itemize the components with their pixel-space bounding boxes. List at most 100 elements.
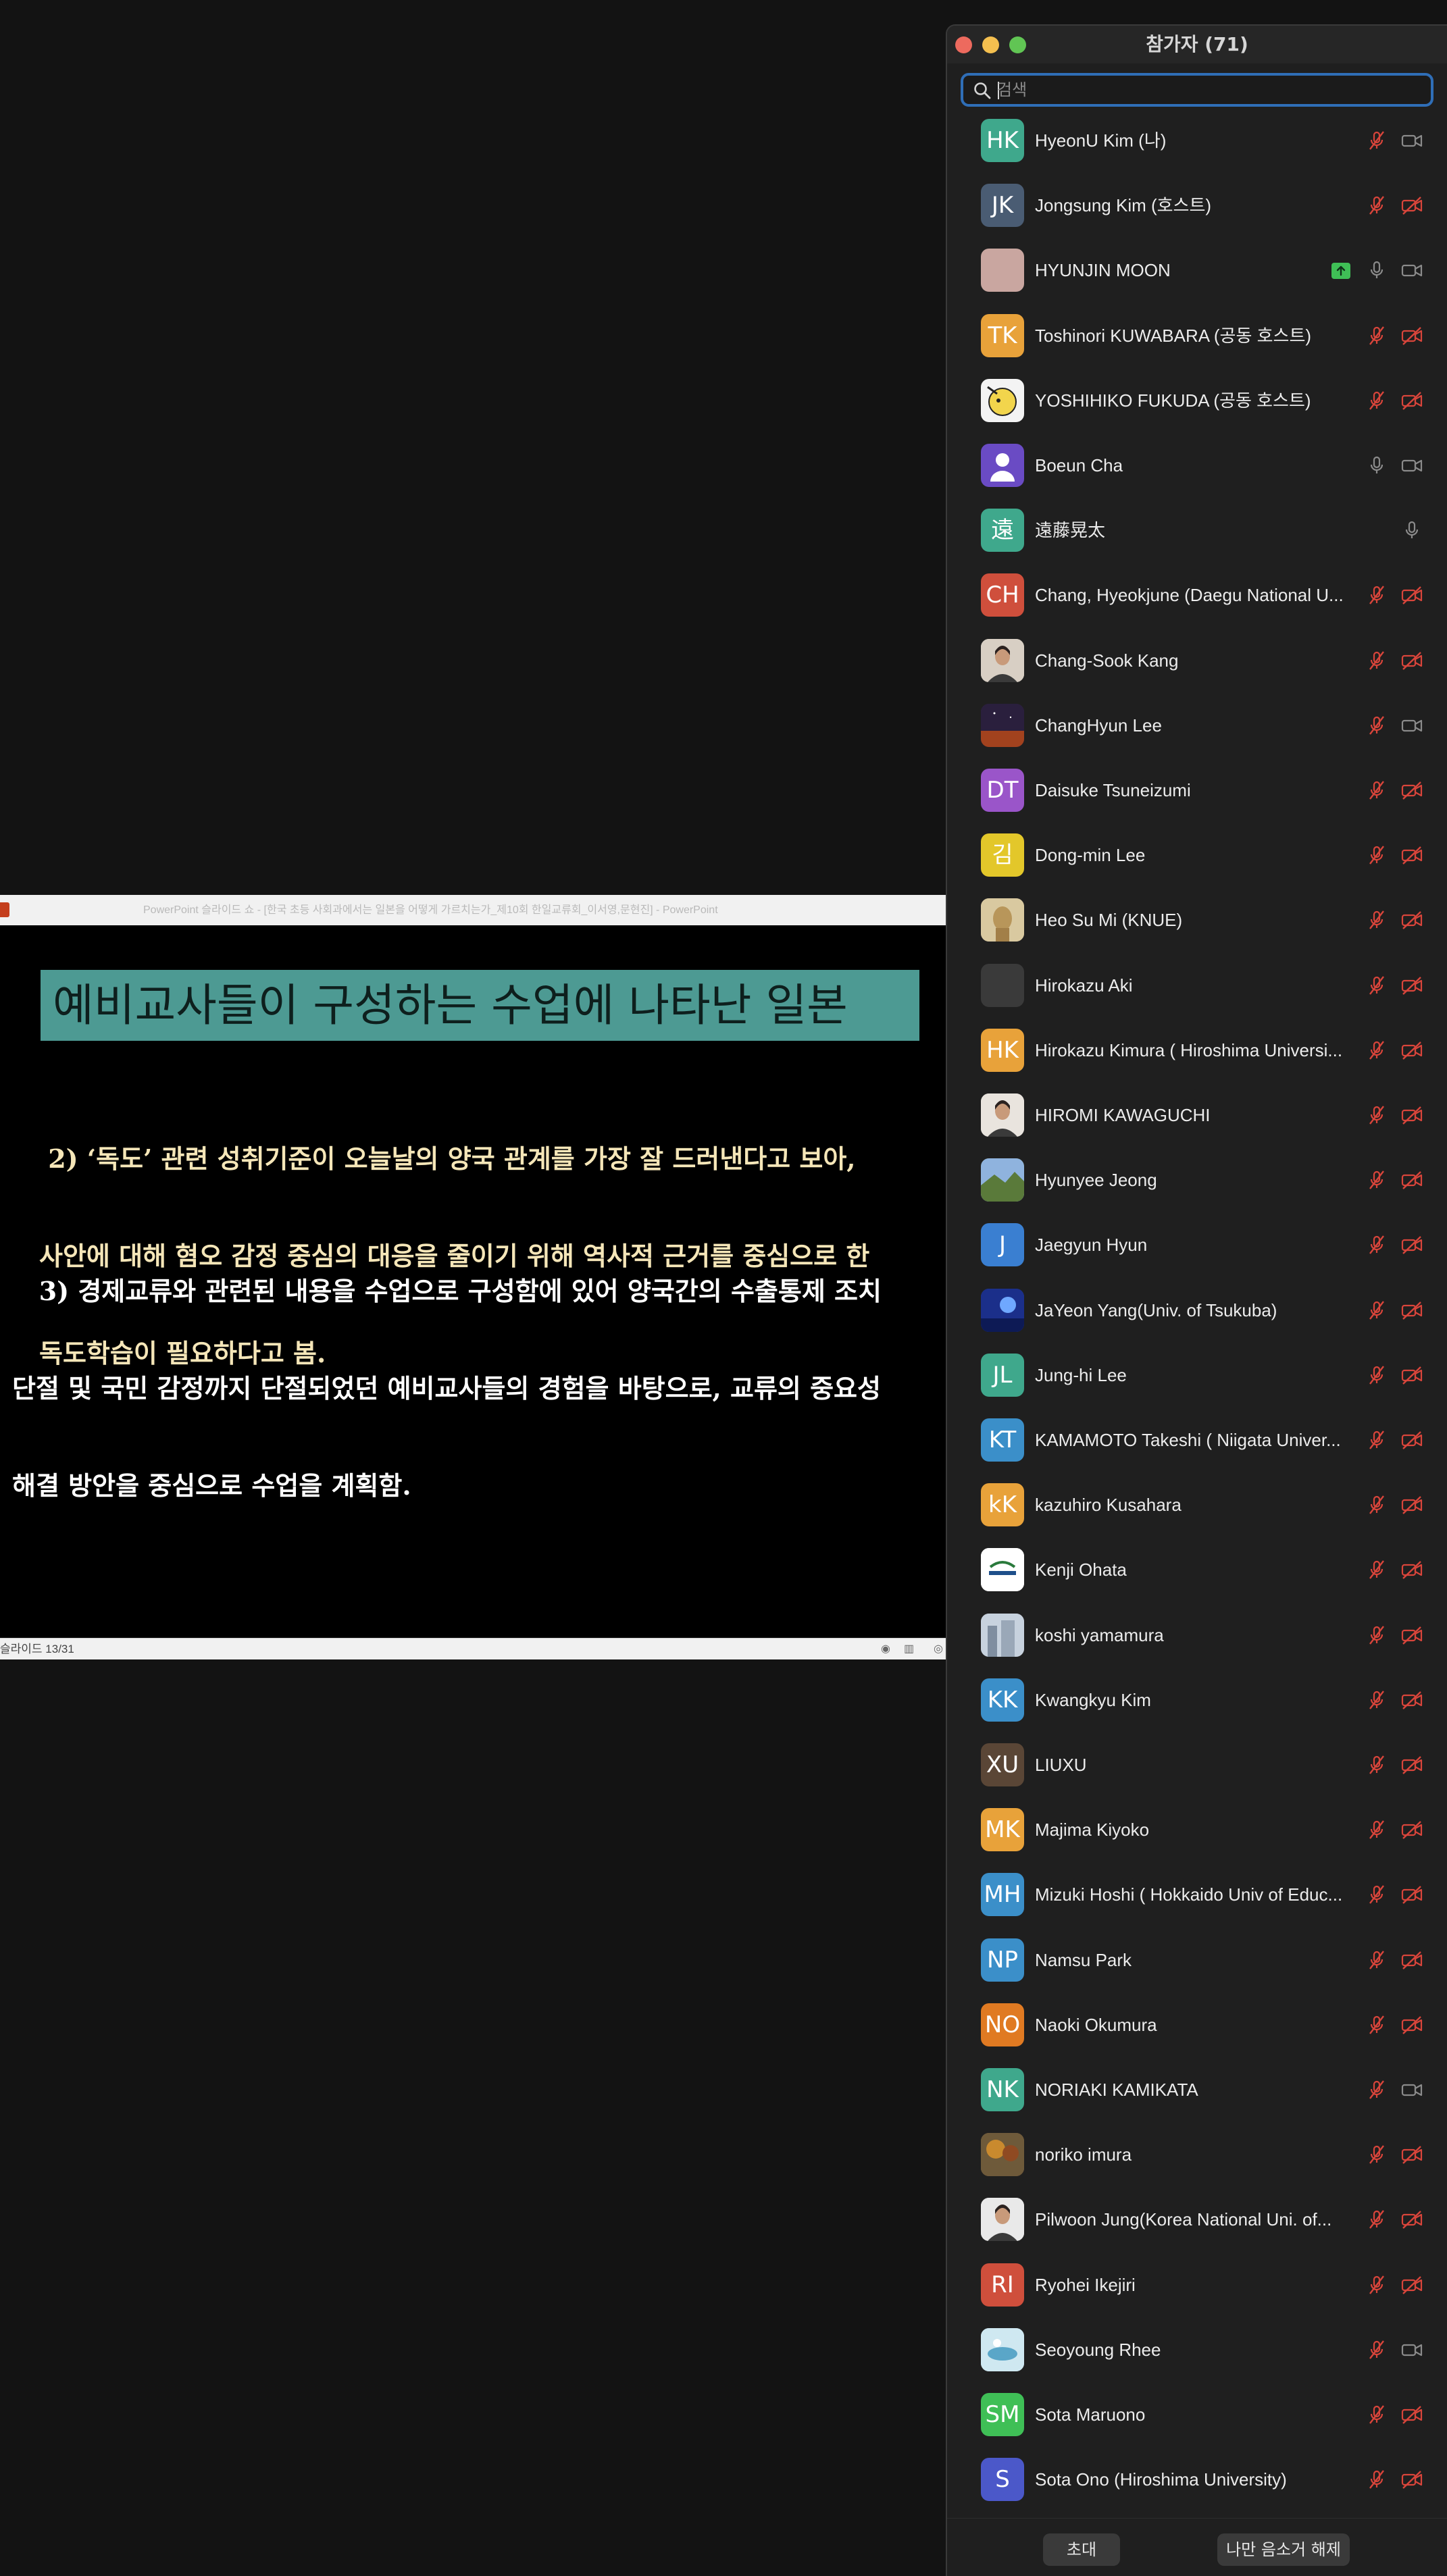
video-off-icon [1401, 585, 1423, 605]
participant-row[interactable]: NO Naoki Okumura [947, 1992, 1447, 2057]
participant-row[interactable]: HK HyeonU Kim (나) [947, 108, 1447, 173]
mic-muted-icon [1366, 1625, 1388, 1645]
video-off-icon [1401, 2275, 1423, 2295]
participant-name: NORIAKI KAMIKATA [1035, 2080, 1198, 2100]
video-off-icon [1401, 2209, 1423, 2230]
participant-row[interactable]: Seoyoung Rhee [947, 2317, 1447, 2382]
avatar [981, 898, 1024, 942]
participant-row[interactable]: HIROMI KAWAGUCHI [947, 1083, 1447, 1148]
participant-row[interactable]: J Jaegyun Hyun [947, 1212, 1447, 1277]
video-off-icon [1401, 2404, 1423, 2425]
participant-row[interactable]: Boeun Cha [947, 433, 1447, 498]
participant-row[interactable]: CH Chang, Hyeokjune (Daegu National U... [947, 563, 1447, 627]
video-off-icon [1401, 1170, 1423, 1190]
participant-row[interactable]: Heo Su Mi (KNUE) [947, 887, 1447, 952]
participant-row[interactable]: MK Majima Kiyoko [947, 1797, 1447, 1862]
participant-name: HYUNJIN MOON [1035, 260, 1171, 281]
participant-row[interactable]: JK Jongsung Kim (호스트) [947, 173, 1447, 238]
avatar [981, 2133, 1024, 2177]
avatar: KT [981, 1418, 1024, 1462]
mic-muted-icon [1366, 390, 1388, 411]
avatar-initials: HK [986, 1036, 1019, 1064]
powerpoint-titlebar: PowerPoint 슬라이드 쇼 - [한국 초등 사회과에서는 일본을 어떻… [0, 895, 946, 925]
video-off-icon [1401, 845, 1423, 865]
participant-row[interactable]: noriko imura [947, 2122, 1447, 2187]
mic-muted-icon [1366, 2015, 1388, 2035]
avatar [981, 2327, 1024, 2371]
video-off-icon [1401, 1495, 1423, 1515]
avatar [981, 249, 1024, 292]
participant-row[interactable]: KT KAMAMOTO Takeshi ( Niigata Univer... [947, 1408, 1447, 1472]
invite-button[interactable]: 초대 [1043, 2533, 1120, 2566]
participant-row[interactable]: SM Sota Maruono [947, 2382, 1447, 2447]
participant-row[interactable]: NP Namsu Park [947, 1928, 1447, 1992]
participant-name: Sota Maruono [1035, 2404, 1146, 2425]
participant-name: Kwangkyu Kim [1035, 1689, 1151, 1710]
accessibility-icon[interactable]: ◉ [881, 1644, 892, 1655]
participant-row[interactable]: ChangHyun Lee [947, 693, 1447, 758]
video-off-icon [1401, 390, 1423, 411]
participant-name: Heo Su Mi (KNUE) [1035, 910, 1183, 931]
screen-share-icon [1331, 262, 1351, 280]
avatar-initials: CH [986, 582, 1019, 609]
participant-row[interactable]: KK Kwangkyu Kim [947, 1668, 1447, 1732]
search-box[interactable] [961, 73, 1433, 107]
avatar [981, 703, 1024, 747]
avatar-initials: J [998, 1231, 1007, 1259]
video-off-icon [1401, 975, 1423, 996]
participant-row[interactable]: S Sota Ono (Hiroshima University) [947, 2447, 1447, 2512]
participant-list[interactable]: HK HyeonU Kim (나) JK Jongsung Kim (호스트) HYUN… [947, 108, 1447, 2502]
participant-name: kazuhiro Kusahara [1035, 1495, 1182, 1516]
search-input[interactable] [997, 78, 1416, 101]
participant-row[interactable]: HYUNJIN MOON [947, 238, 1447, 303]
participant-row[interactable]: DT Daisuke Tsuneizumi [947, 758, 1447, 823]
mic-muted-icon [1366, 845, 1388, 865]
participant-name: Kenji Ohata [1035, 1560, 1127, 1580]
avatar [981, 2198, 1024, 2242]
mic-muted-icon [1366, 1040, 1388, 1060]
video-off-icon [1401, 326, 1423, 346]
avatar: XU [981, 1743, 1024, 1786]
participant-row[interactable]: MH Mizuki Hoshi ( Hokkaido Univ of Educ..… [947, 1862, 1447, 1927]
search-icon [974, 82, 991, 99]
participant-row[interactable]: 김 Dong-min Lee [947, 823, 1447, 887]
unmute-me-button[interactable]: 나만 음소거 해제 [1217, 2533, 1350, 2566]
participant-row[interactable]: TK Toshinori KUWABARA (공동 호스트) [947, 303, 1447, 368]
participant-row[interactable]: Pilwoon Jung(Korea National Uni. of... [947, 2187, 1447, 2252]
video-off-icon [1401, 1755, 1423, 1775]
mic-muted-icon [1366, 1300, 1388, 1320]
avatar: KK [981, 1678, 1024, 1722]
powerpoint-app-icon [0, 902, 9, 917]
slide-heading: 예비교사들이 구성하는 수업에 나타난 일본 [41, 970, 919, 1041]
participant-name: Namsu Park [1035, 1949, 1132, 1970]
avatar: J [981, 1223, 1024, 1267]
participant-row[interactable]: kK kazuhiro Kusahara [947, 1472, 1447, 1537]
participant-row[interactable]: 遠遠藤晃太 [947, 498, 1447, 563]
participant-row[interactable]: Kenji Ohata [947, 1537, 1447, 1602]
avatar [981, 1548, 1024, 1592]
participant-row[interactable]: YOSHIHIKO FUKUDA (공동 호스트) [947, 368, 1447, 433]
participant-row[interactable]: NK NORIAKI KAMIKATA [947, 2057, 1447, 2122]
participant-row[interactable]: Hirokazu Aki [947, 953, 1447, 1018]
participant-row[interactable]: Chang-Sook Kang [947, 628, 1447, 693]
participant-row[interactable]: koshi yamamura [947, 1603, 1447, 1668]
participant-name: HIROMI KAWAGUCHI [1035, 1105, 1211, 1125]
avatar [981, 378, 1024, 422]
slideshow-view-icon[interactable]: ◎ [934, 1644, 944, 1655]
video-icon [1401, 260, 1423, 280]
mic-muted-icon [1366, 1235, 1388, 1255]
avatar-initials: NP [987, 1946, 1018, 1974]
participant-row[interactable]: XU LIUXU [947, 1732, 1447, 1797]
participant-row[interactable]: Hyunyee Jeong [947, 1148, 1447, 1212]
participant-row[interactable]: JaYeon Yang(Univ. of Tsukuba) [947, 1278, 1447, 1343]
participants-panel: 참가자 (71) HK HyeonU Kim (나) JK Jongsung Kim … [946, 24, 1447, 2576]
avatar-initials: RI [991, 2271, 1014, 2298]
participant-row[interactable]: RI Ryohei Ikejiri [947, 2252, 1447, 2317]
video-off-icon [1401, 1040, 1423, 1060]
normal-view-icon[interactable]: ▥ [904, 1644, 915, 1655]
participant-name: Pilwoon Jung(Korea National Uni. of... [1035, 2209, 1332, 2230]
avatar-initials: NO [984, 2011, 1021, 2038]
participant-row[interactable]: HK Hirokazu Kimura ( Hiroshima Universi..… [947, 1018, 1447, 1083]
video-off-icon [1401, 650, 1423, 671]
participant-row[interactable]: JL Jung-hi Lee [947, 1343, 1447, 1408]
